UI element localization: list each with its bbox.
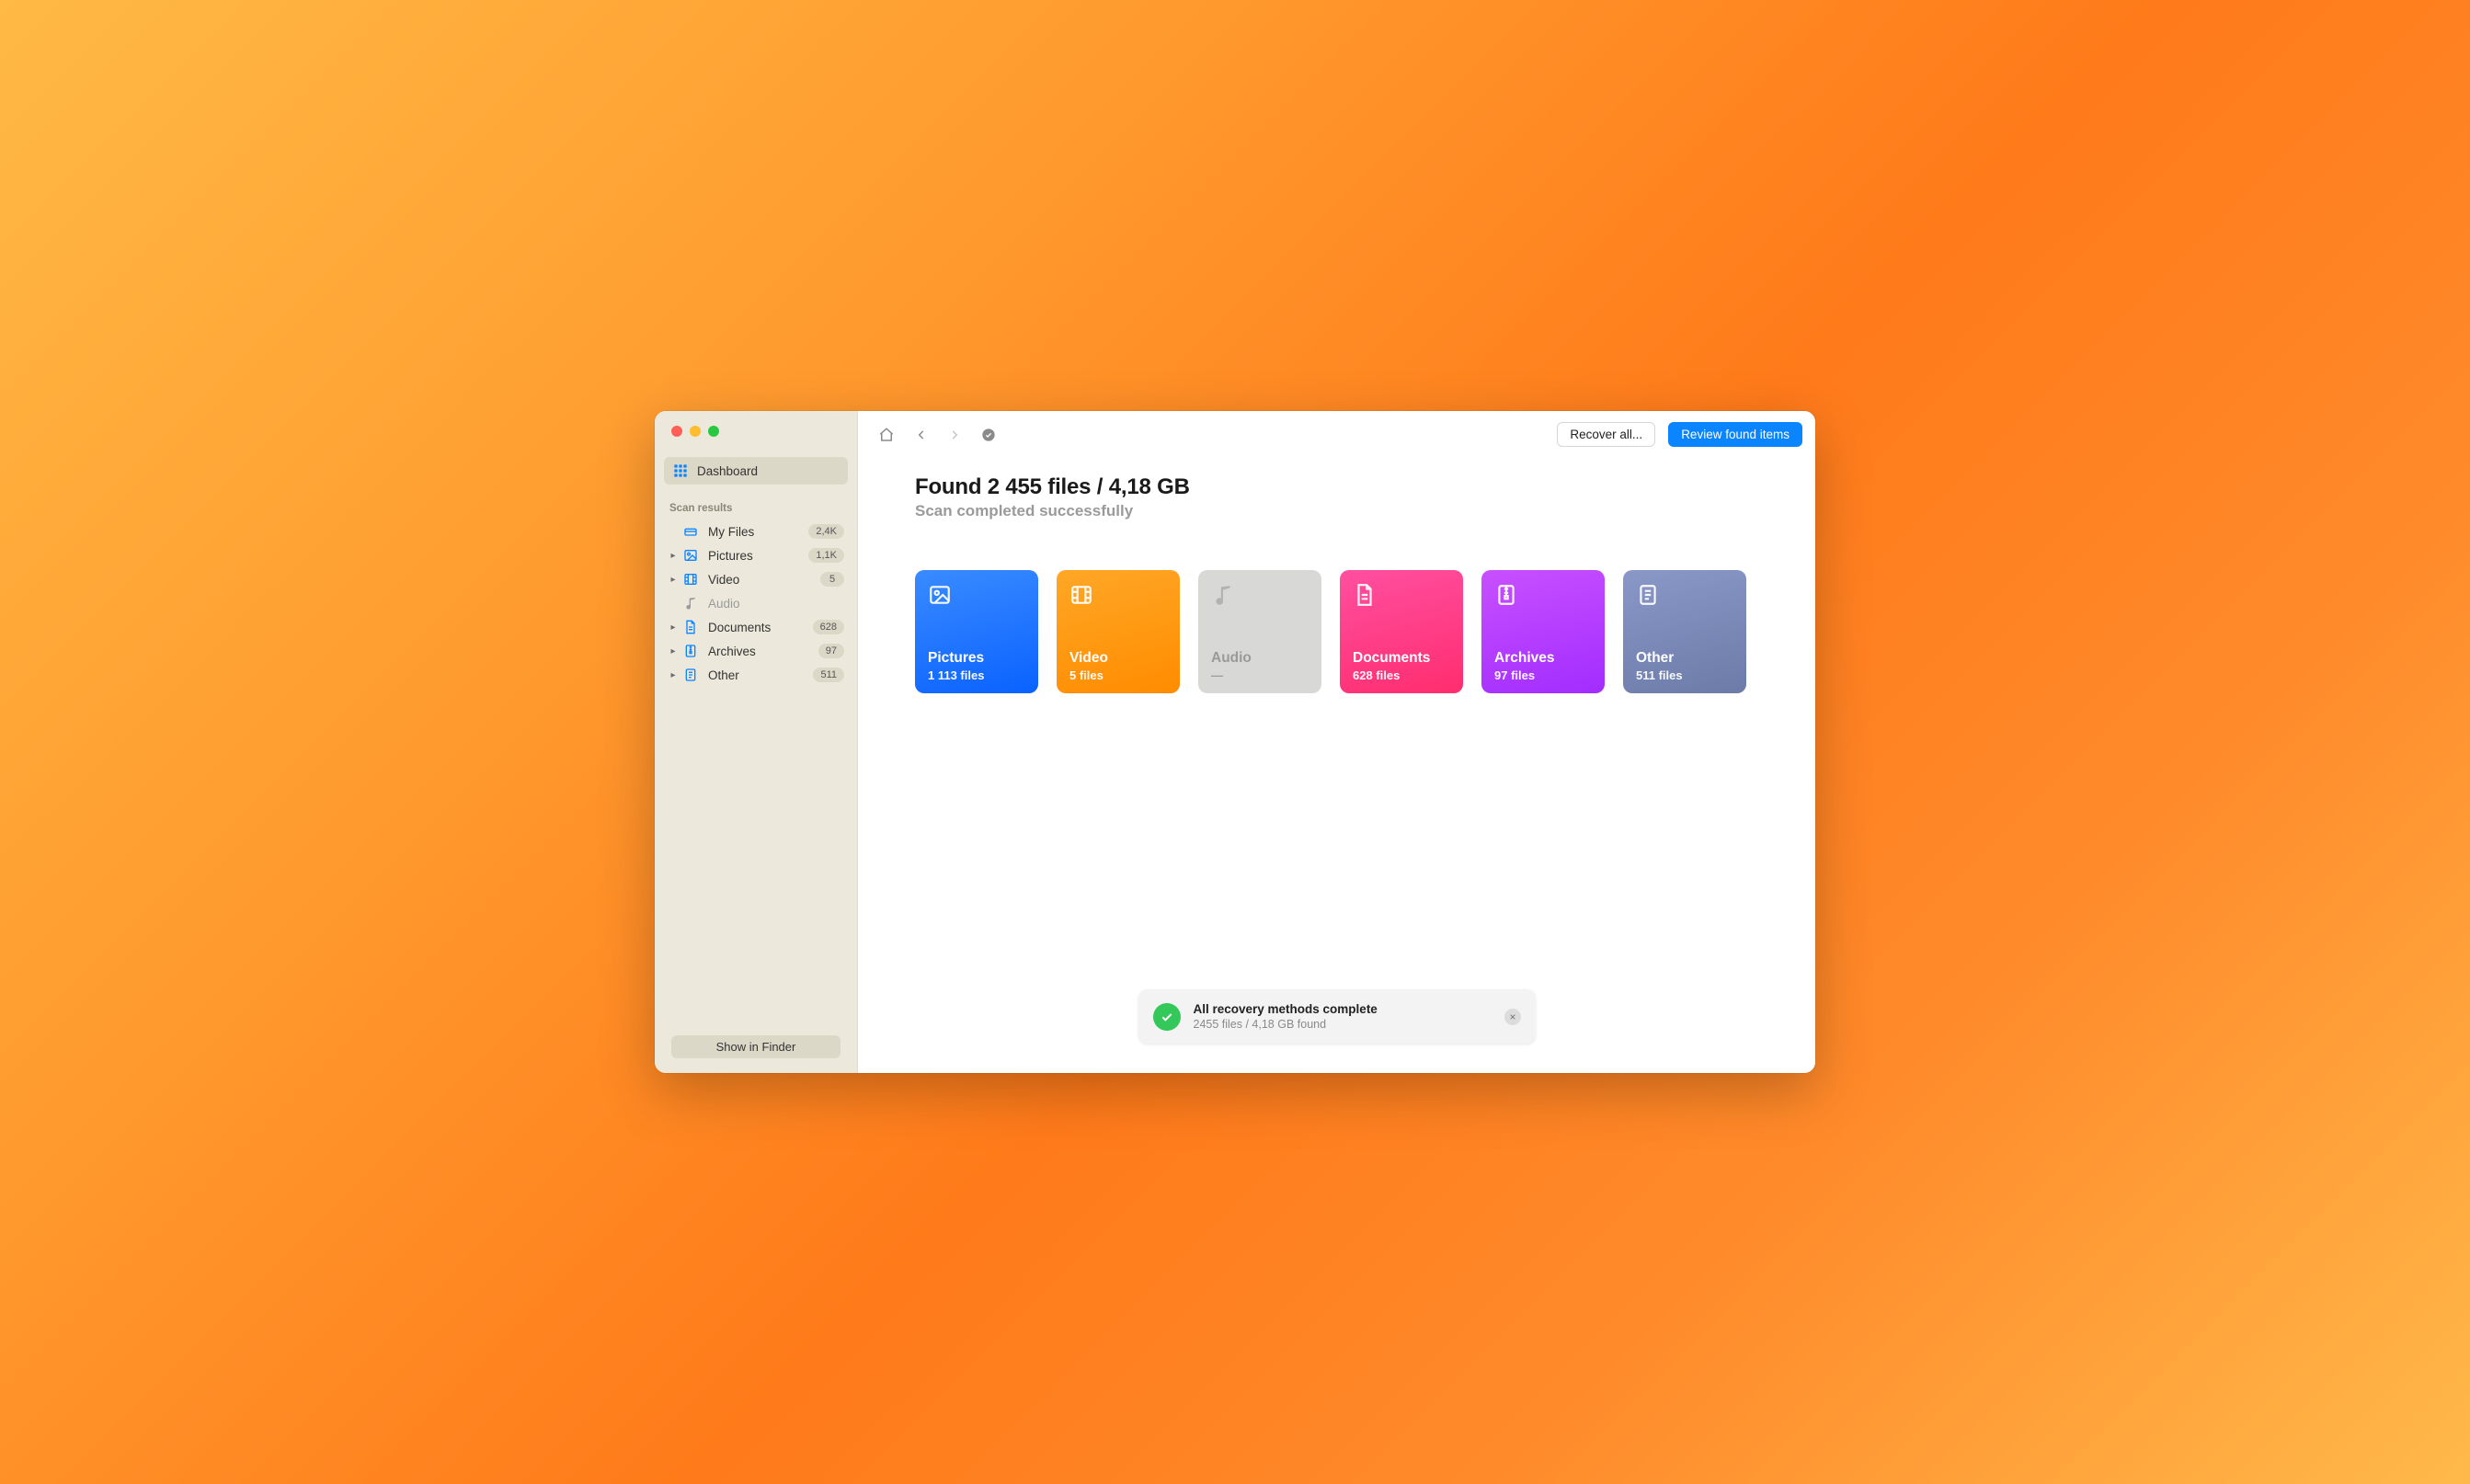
sidebar-item-label: Pictures — [708, 549, 805, 563]
toast-message: All recovery methods complete 2455 files… — [1194, 1002, 1492, 1031]
sidebar-item-my-files[interactable]: ▸My Files2,4K — [664, 519, 848, 543]
category-card-other[interactable]: Other511 files — [1623, 570, 1746, 693]
card-title: Video — [1069, 650, 1167, 667]
archive-icon — [682, 644, 699, 658]
toast-title: All recovery methods complete — [1194, 1002, 1492, 1016]
review-found-items-button[interactable]: Review found items — [1668, 422, 1802, 447]
sidebar-item-label: Audio — [708, 597, 844, 611]
count-badge: 1,1K — [808, 548, 844, 563]
card-subtitle: 5 files — [1069, 668, 1167, 682]
count-badge: 628 — [813, 620, 844, 634]
category-card-documents[interactable]: Documents628 files — [1340, 570, 1463, 693]
chevron-right-icon[interactable]: ▸ — [668, 670, 679, 680]
toast-close-button[interactable] — [1504, 1009, 1521, 1025]
sidebar-item-label: Video — [708, 573, 817, 587]
window-controls — [655, 411, 857, 451]
sidebar-item-dashboard[interactable]: Dashboard — [664, 457, 848, 485]
status-toast: All recovery methods complete 2455 files… — [1138, 989, 1536, 1044]
sidebar: Dashboard Scan results ▸My Files2,4K▸Pic… — [655, 411, 858, 1073]
sidebar-item-label: Other — [708, 668, 809, 682]
chevron-right-icon[interactable]: ▸ — [668, 646, 679, 656]
card-title: Other — [1636, 650, 1733, 667]
sidebar-item-other[interactable]: ▸ Other 511 — [664, 663, 848, 687]
sidebar-item-audio[interactable]: ▸Audio — [664, 591, 848, 615]
toolbar: Recover all... Review found items — [858, 411, 1815, 452]
count-badge: 2,4K — [808, 524, 844, 539]
category-card-audio: Audio— — [1198, 570, 1321, 693]
count-badge: 97 — [818, 644, 844, 658]
toolbar-left — [878, 427, 996, 443]
minimize-window-button[interactable] — [690, 426, 701, 437]
sidebar-tree: ▸My Files2,4K▸Pictures1,1K▸Video5▸Audio▸… — [664, 519, 848, 687]
summary-subhead: Scan completed successfully — [915, 502, 1758, 520]
category-cards: Pictures1 113 filesVideo5 filesAudio—Doc… — [915, 570, 1758, 693]
sidebar-item-documents[interactable]: ▸ Documents 628 — [664, 615, 848, 639]
chevron-right-icon[interactable]: ▸ — [668, 622, 679, 633]
category-card-archives[interactable]: Archives97 files — [1481, 570, 1605, 693]
card-subtitle: 628 files — [1353, 668, 1450, 682]
card-title: Archives — [1494, 650, 1592, 667]
image-icon — [928, 583, 1025, 611]
chevron-right-icon[interactable]: ▸ — [668, 551, 679, 561]
document-icon — [1353, 583, 1450, 611]
card-subtitle: — — [1211, 668, 1309, 682]
zoom-window-button[interactable] — [708, 426, 719, 437]
card-subtitle: 97 files — [1494, 668, 1592, 682]
image-icon — [682, 548, 699, 563]
home-icon[interactable] — [878, 427, 895, 443]
category-card-video[interactable]: Video5 files — [1057, 570, 1180, 693]
category-card-pictures[interactable]: Pictures1 113 files — [915, 570, 1038, 693]
sidebar-item-label: My Files — [708, 525, 805, 539]
card-title: Pictures — [928, 650, 1025, 667]
sidebar-item-video[interactable]: ▸ Video5 — [664, 567, 848, 591]
toast-subtitle: 2455 files / 4,18 GB found — [1194, 1018, 1492, 1031]
checkmark-badge-icon[interactable] — [981, 428, 996, 442]
nav-forward-icon — [948, 428, 961, 441]
close-window-button[interactable] — [671, 426, 682, 437]
count-badge: 511 — [813, 668, 844, 682]
card-title: Documents — [1353, 650, 1450, 667]
grid-icon — [673, 463, 688, 478]
content: Found 2 455 files / 4,18 GB Scan complet… — [858, 452, 1815, 1073]
recover-all-button[interactable]: Recover all... — [1557, 422, 1655, 447]
drive-icon — [682, 524, 699, 539]
sidebar-item-label: Archives — [708, 645, 815, 658]
film-icon — [682, 572, 699, 587]
archive-icon — [1494, 583, 1592, 611]
card-subtitle: 1 113 files — [928, 668, 1025, 682]
sidebar-section-header: Scan results — [664, 499, 848, 519]
sidebar-footer: Show in Finder — [655, 1026, 857, 1073]
nav-back-icon[interactable] — [915, 428, 928, 441]
sidebar-item-label: Dashboard — [697, 464, 758, 478]
other-icon — [682, 668, 699, 682]
check-icon — [1153, 1003, 1181, 1031]
sidebar-item-archives[interactable]: ▸ Archives97 — [664, 639, 848, 663]
document-icon — [682, 620, 699, 634]
main: Recover all... Review found items Found … — [858, 411, 1815, 1073]
sidebar-item-pictures[interactable]: ▸ Pictures1,1K — [664, 543, 848, 567]
count-badge: 5 — [820, 572, 844, 587]
show-in-finder-button[interactable]: Show in Finder — [671, 1035, 840, 1058]
app-window: Dashboard Scan results ▸My Files2,4K▸Pic… — [655, 411, 1815, 1073]
film-icon — [1069, 583, 1167, 611]
card-title: Audio — [1211, 650, 1309, 667]
chevron-right-icon[interactable]: ▸ — [668, 575, 679, 585]
card-subtitle: 511 files — [1636, 668, 1733, 682]
sidebar-body: Dashboard Scan results ▸My Files2,4K▸Pic… — [655, 451, 857, 1026]
summary-headline: Found 2 455 files / 4,18 GB — [915, 474, 1758, 500]
other-icon — [1636, 583, 1733, 611]
sidebar-item-label: Documents — [708, 621, 809, 634]
music-icon — [682, 596, 699, 611]
music-icon — [1211, 583, 1309, 611]
